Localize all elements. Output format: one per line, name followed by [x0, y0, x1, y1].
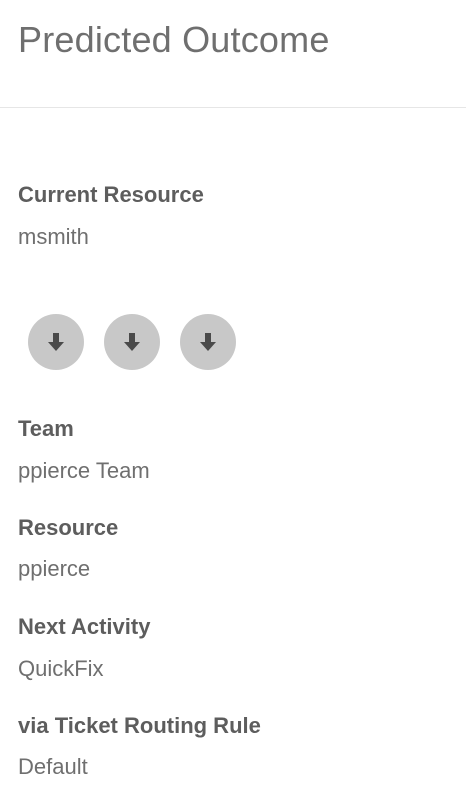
team-value: ppierce Team [18, 458, 150, 483]
page-title: Predicted Outcome [18, 19, 330, 60]
flow-arrow-row [28, 314, 236, 370]
arrow-down-button-2[interactable] [104, 314, 160, 370]
team-label: Team [18, 416, 74, 441]
current-resource-label: Current Resource [18, 182, 204, 207]
arrow-down-button-3[interactable] [180, 314, 236, 370]
arrow-down-button-1[interactable] [28, 314, 84, 370]
routing-rule-label: via Ticket Routing Rule [18, 713, 261, 738]
resource-label: Resource [18, 515, 119, 540]
arrow-down-icon [124, 333, 140, 351]
next-activity-label: Next Activity [18, 614, 151, 639]
routing-rule-value: Default [18, 754, 88, 779]
resource-value: ppierce [18, 556, 91, 581]
arrow-down-icon [200, 333, 216, 351]
current-resource-value: msmith [18, 224, 89, 249]
predicted-outcome-panel: Predicted Outcome Current Resource msmit… [0, 0, 466, 800]
next-activity-value: QuickFix [18, 656, 104, 681]
header-divider [0, 107, 466, 108]
arrow-down-icon [48, 333, 64, 351]
